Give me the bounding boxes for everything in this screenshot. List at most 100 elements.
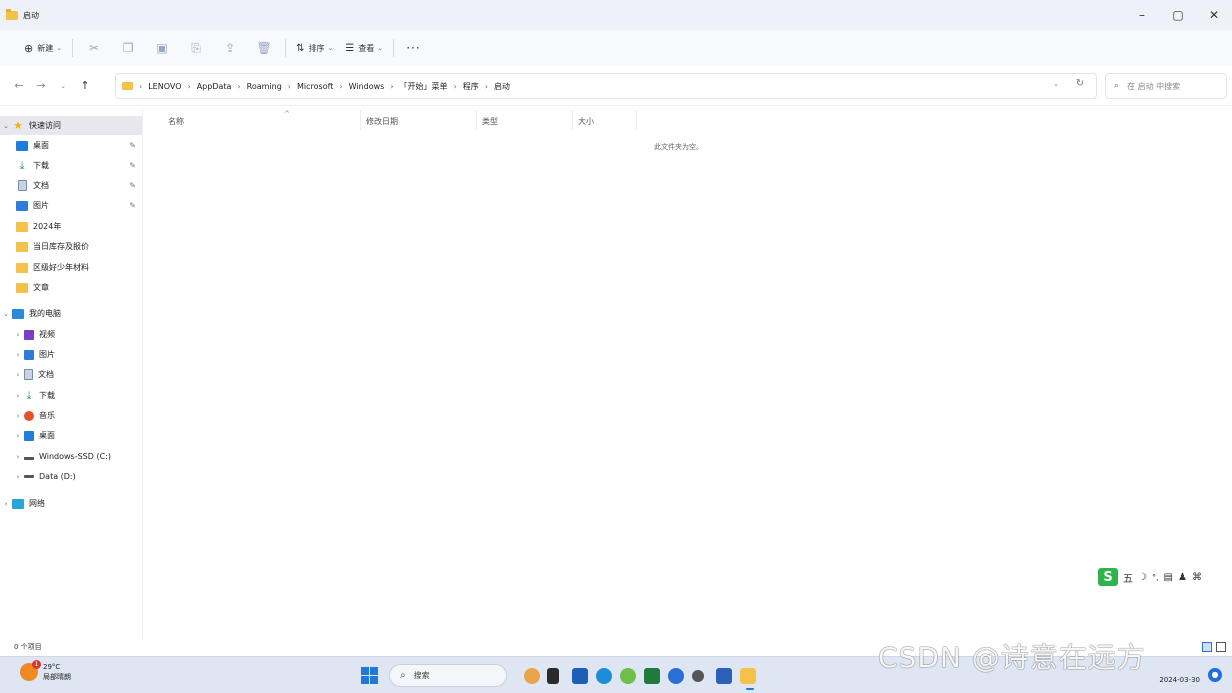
sidebar-item-quick-access[interactable]: ⌄ ★ 快速访问: [0, 116, 142, 135]
close-button[interactable]: ✕: [1196, 0, 1232, 30]
breadcrumb-windows[interactable]: Windows: [349, 82, 385, 91]
sidebar-item-this-pc[interactable]: ⌄ 我的电脑: [0, 304, 142, 323]
breadcrumb-lenovo[interactable]: LENOVO: [148, 82, 181, 91]
moon-icon[interactable]: ☽: [1138, 572, 1147, 583]
share-icon[interactable]: ⇪: [221, 41, 239, 55]
up-arrow-icon[interactable]: ↑: [74, 79, 96, 92]
paste-icon[interactable]: ▣: [153, 41, 171, 55]
sidebar-item-desktop[interactable]: 桌面 ✎: [0, 136, 142, 155]
sidebar-item-articles[interactable]: 文章: [0, 278, 142, 297]
download-icon: ⤓: [19, 158, 25, 172]
sidebar-item-pc-downloads[interactable]: › ⤓ 下载: [0, 386, 142, 405]
pin-icon[interactable]: ✎: [129, 161, 136, 170]
weather-widget[interactable]: 1 29°C 局部晴朗: [20, 660, 71, 682]
chrome-icon[interactable]: [620, 668, 636, 684]
maximize-button[interactable]: ▢: [1160, 0, 1196, 30]
windows-start-icon[interactable]: [361, 667, 378, 684]
sidebar-item-drive-d[interactable]: › Data (D:): [0, 467, 142, 486]
pin-icon[interactable]: ✎: [129, 181, 136, 190]
rename-icon[interactable]: ⎘: [187, 41, 205, 56]
delete-icon[interactable]: 🗑: [255, 41, 273, 55]
view-button[interactable]: ☰ 查看 ⌄: [339, 36, 389, 60]
chevron-right-icon[interactable]: ›: [12, 453, 24, 461]
cut-icon[interactable]: ✂: [85, 41, 103, 55]
sidebar-item-downloads[interactable]: ⤓ 下载 ✎: [0, 156, 142, 175]
refresh-icon[interactable]: ↻: [1068, 78, 1092, 89]
back-arrow-icon[interactable]: ←: [8, 79, 30, 92]
search-input[interactable]: ⌕ 在 启动 中搜索: [1105, 73, 1227, 99]
file-explorer-icon[interactable]: [740, 668, 756, 684]
column-header-size[interactable]: 大小: [578, 112, 636, 130]
pin-icon[interactable]: ✎: [129, 141, 136, 150]
sidebar-item-music[interactable]: › 音乐: [0, 406, 142, 425]
sidebar-item-drive-c[interactable]: › Windows-SSD (C:): [0, 447, 142, 466]
notification-icon[interactable]: ●: [1208, 667, 1222, 682]
sidebar-item-pictures[interactable]: 图片 ✎: [0, 196, 142, 215]
title-bar: 启动 – ▢ ✕: [0, 0, 1232, 30]
chevron-right-icon[interactable]: ›: [12, 351, 24, 359]
keyboard-icon[interactable]: ▤: [1164, 572, 1173, 583]
history-chevron-icon[interactable]: ⌄: [1044, 80, 1068, 88]
tiles-view-icon[interactable]: [1216, 642, 1226, 652]
punctuation-icon[interactable]: °,: [1152, 573, 1159, 582]
column-header-modified[interactable]: 修改日期: [366, 112, 476, 130]
breadcrumb-roaming[interactable]: Roaming: [247, 82, 282, 91]
excel-icon[interactable]: [644, 668, 660, 684]
sidebar-item-materials[interactable]: 区级好少年材料: [0, 258, 142, 277]
chevron-right-icon[interactable]: ›: [12, 392, 24, 400]
more-options-button[interactable]: ···: [406, 41, 420, 55]
sort-icon: ⇅: [296, 42, 305, 54]
person-icon[interactable]: ♟: [1178, 572, 1187, 583]
details-view-icon[interactable]: [1202, 642, 1212, 652]
sidebar-item-inventory[interactable]: 当日库存及报价: [0, 237, 142, 256]
chevron-right-icon[interactable]: ›: [12, 371, 24, 379]
chevron-right-icon[interactable]: ›: [12, 432, 24, 440]
grid-icon[interactable]: ⌘: [1192, 572, 1202, 583]
sidebar-item-2024[interactable]: 2024年: [0, 217, 142, 236]
terminal-icon[interactable]: [547, 668, 559, 684]
ime-toolbar[interactable]: S 五 ☽ °, ▤ ♟ ⌘: [1098, 566, 1232, 588]
column-divider[interactable]: [572, 110, 573, 130]
pinned-app-icon[interactable]: [524, 668, 540, 684]
chevron-down-icon[interactable]: ⌄: [0, 310, 12, 318]
column-header-name[interactable]: 名称 ^: [168, 110, 358, 130]
address-bar[interactable]: › LENOVO › AppData › Roaming › Microsoft…: [115, 73, 1097, 99]
weather-text: 29°C 局部晴朗: [43, 662, 71, 682]
pin-icon[interactable]: ✎: [129, 201, 136, 210]
settings-app-icon[interactable]: [692, 670, 704, 682]
column-divider[interactable]: [360, 110, 361, 130]
ime-mode-label[interactable]: 五: [1123, 570, 1133, 585]
column-header-type[interactable]: 类型: [482, 112, 572, 130]
chevron-right-icon[interactable]: ›: [12, 331, 24, 339]
chevron-right-icon[interactable]: ›: [0, 500, 12, 508]
chevron-right-icon[interactable]: ›: [12, 473, 24, 481]
sidebar-item-pc-pictures[interactable]: › 图片: [0, 345, 142, 364]
breadcrumb-appdata[interactable]: AppData: [197, 82, 232, 91]
store-icon[interactable]: [572, 668, 588, 684]
new-button[interactable]: ⊕ 新建 ⌄: [18, 36, 68, 60]
chevron-right-icon[interactable]: ›: [12, 412, 24, 420]
minimize-button[interactable]: –: [1124, 0, 1160, 30]
clock[interactable]: 2024-03-30: [1159, 663, 1200, 686]
chevron-down-icon[interactable]: ⌄: [0, 122, 12, 130]
recent-chevron-icon[interactable]: ⌄: [52, 82, 74, 90]
sidebar-item-network[interactable]: › 网络: [0, 494, 142, 513]
sidebar-item-pc-desktop[interactable]: › 桌面: [0, 426, 142, 445]
ime-logo-icon[interactable]: S: [1098, 568, 1118, 586]
breadcrumb-startup[interactable]: 启动: [494, 81, 510, 92]
sync-app-icon[interactable]: [668, 668, 684, 684]
taskbar-search[interactable]: ⌕ 搜索: [389, 664, 507, 687]
sidebar-item-documents[interactable]: 文档 ✎: [0, 176, 142, 195]
breadcrumb-start-menu[interactable]: 「开始」菜单: [400, 81, 448, 92]
word-icon[interactable]: [716, 668, 732, 684]
breadcrumb-programs[interactable]: 程序: [463, 81, 479, 92]
sidebar-item-pc-documents[interactable]: › 文档: [0, 365, 142, 384]
breadcrumb-microsoft[interactable]: Microsoft: [297, 82, 333, 91]
sort-button[interactable]: ⇅ 排序 ⌄: [290, 36, 339, 60]
column-divider[interactable]: [636, 110, 637, 130]
copy-icon[interactable]: ❐: [119, 41, 137, 55]
column-divider[interactable]: [476, 110, 477, 130]
sidebar-item-videos[interactable]: › 视频: [0, 325, 142, 344]
forward-arrow-icon[interactable]: →: [30, 79, 52, 92]
edge-browser-icon[interactable]: [596, 668, 612, 684]
